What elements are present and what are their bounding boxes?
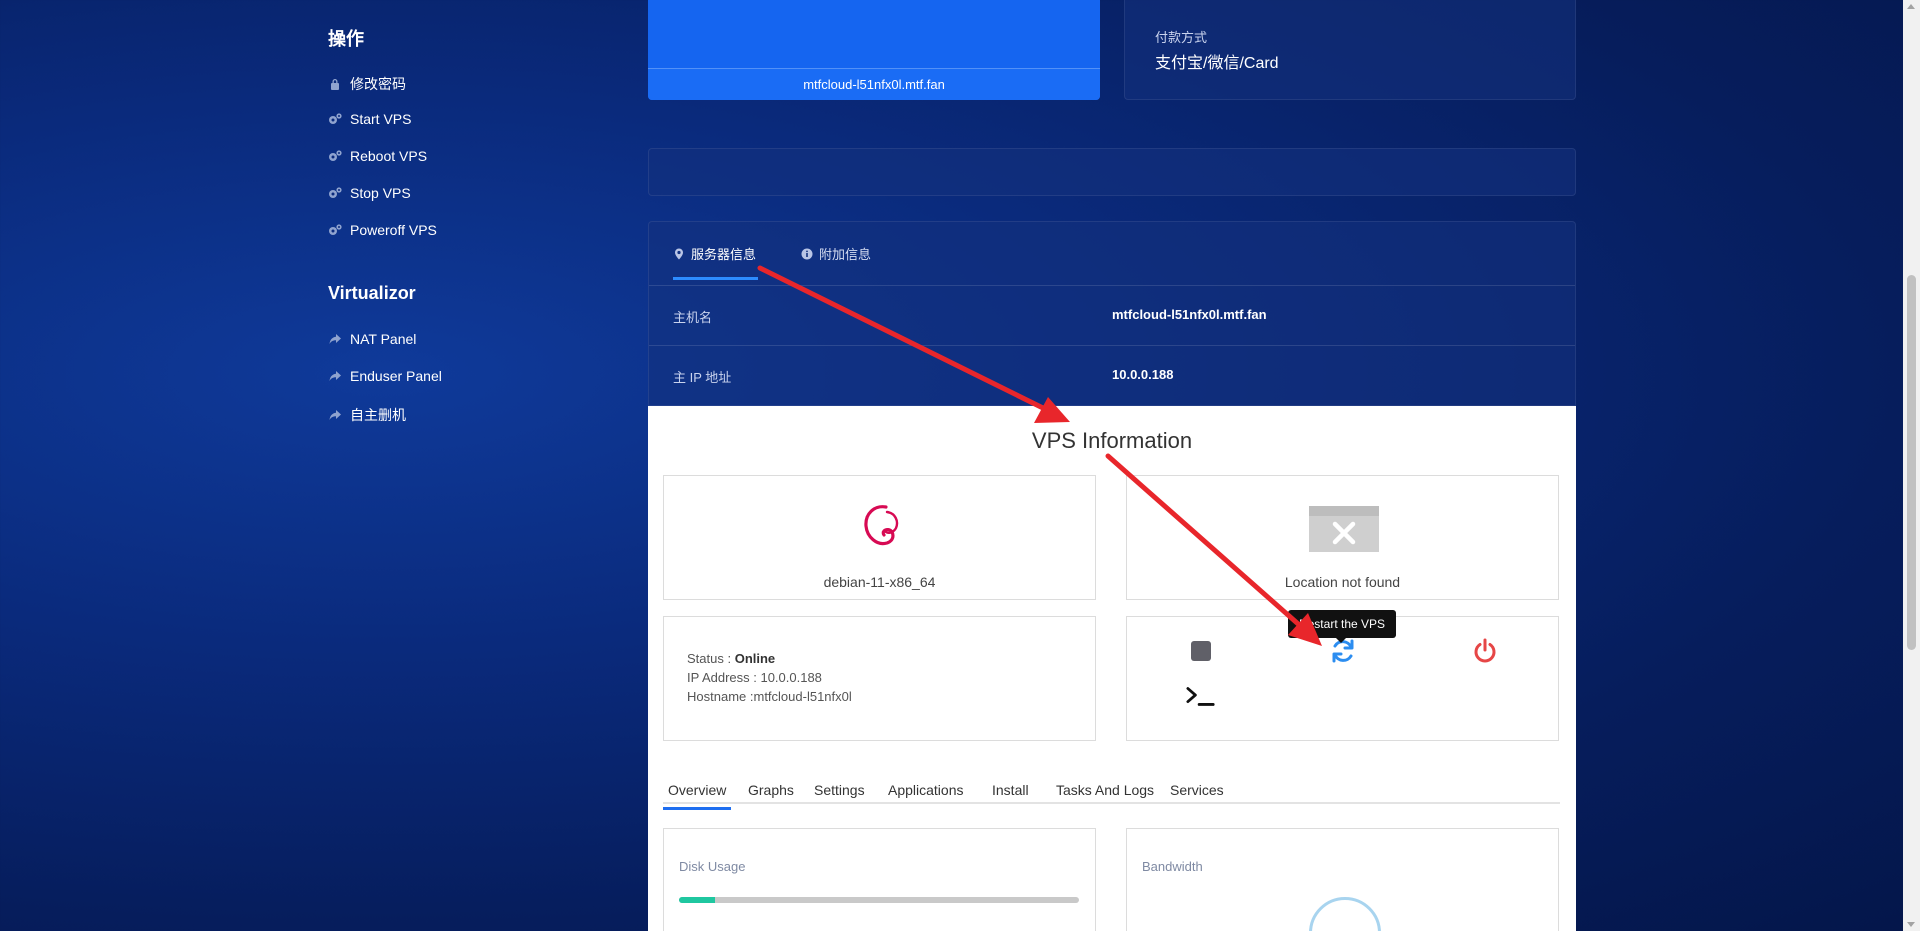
disk-usage-label: Disk Usage bbox=[679, 859, 746, 874]
hostname-card: mtfcloud-l51nfx0l.mtf.fan bbox=[648, 0, 1100, 100]
bandwidth-box: Bandwidth bbox=[1126, 828, 1559, 931]
scroll-up-arrow[interactable] bbox=[1907, 4, 1915, 9]
hostname-value: mtfcloud-l51nfx0l bbox=[753, 689, 852, 704]
ip-line: IP Address : 10.0.0.188 bbox=[687, 668, 852, 687]
ip-value: 10.0.0.188 bbox=[760, 670, 822, 685]
share-icon bbox=[328, 369, 342, 383]
status-line: Status : Online bbox=[687, 649, 852, 668]
virtualizor-heading: Virtualizor bbox=[328, 283, 416, 303]
sidebar-item-enduser-panel[interactable]: Enduser Panel bbox=[328, 368, 442, 384]
server-info-tabs: 服务器信息 附加信息 bbox=[649, 222, 1575, 286]
sidebar-item-label: Poweroff VPS bbox=[350, 222, 437, 238]
share-icon bbox=[328, 408, 342, 422]
sidebar-item-label: Enduser Panel bbox=[350, 368, 442, 384]
tab-label: 附加信息 bbox=[819, 247, 872, 262]
status-box: Status : Online IP Address : 10.0.0.188 … bbox=[663, 616, 1096, 741]
sidebar-item-label: Stop VPS bbox=[350, 185, 411, 201]
os-box: debian-11-x86_64 bbox=[663, 475, 1096, 600]
console-button[interactable] bbox=[1186, 681, 1216, 711]
hostname-label: Hostname : bbox=[687, 689, 754, 704]
location-box: Location not found bbox=[1126, 475, 1559, 600]
sidebar-item-label: Start VPS bbox=[350, 111, 412, 127]
sidebar-item-start-vps[interactable]: Start VPS bbox=[328, 111, 411, 127]
restart-tooltip: Restart the VPS bbox=[1288, 610, 1396, 643]
server-info-card: 服务器信息 附加信息 主机名 mtfcloud-l51nfx0l.mtf.fan… bbox=[648, 221, 1576, 406]
ip-label: IP Address : bbox=[687, 670, 761, 685]
sidebar-item-poweroff-vps[interactable]: Poweroff VPS bbox=[328, 222, 437, 238]
info-value: mtfcloud-l51nfx0l.mtf.fan bbox=[1112, 307, 1267, 322]
info-value: 10.0.0.188 bbox=[1112, 367, 1174, 382]
lock-icon bbox=[328, 77, 342, 91]
status-value: Online bbox=[734, 651, 776, 666]
terminal-icon bbox=[1186, 687, 1215, 706]
sidebar-item-reboot-vps[interactable]: Reboot VPS bbox=[328, 148, 427, 164]
sidebar-item-nat-panel[interactable]: NAT Panel bbox=[328, 331, 416, 347]
location-text: Location not found bbox=[1284, 574, 1401, 590]
info-row-hostname: 主机名 mtfcloud-l51nfx0l.mtf.fan bbox=[649, 286, 1575, 346]
info-key: 主 IP 地址 bbox=[673, 370, 732, 385]
info-row-ip: 主 IP 地址 10.0.0.188 bbox=[649, 346, 1575, 406]
disk-usage-bar bbox=[679, 897, 1079, 903]
hostname-card-footer: mtfcloud-l51nfx0l.mtf.fan bbox=[648, 68, 1100, 100]
stop-icon bbox=[1191, 641, 1211, 661]
map-marker-icon bbox=[675, 248, 683, 259]
gears-icon bbox=[328, 112, 342, 126]
close-icon bbox=[1332, 521, 1356, 545]
disk-usage-fill bbox=[679, 897, 715, 903]
tab-install[interactable]: Install bbox=[992, 782, 1029, 798]
os-name: debian-11-x86_64 bbox=[823, 574, 936, 590]
payment-card: 付款方式 支付宝/微信/Card bbox=[1124, 0, 1576, 100]
stop-button[interactable] bbox=[1186, 636, 1216, 666]
vps-information-panel: VPS Information debian-11-x86_64 Locatio… bbox=[648, 406, 1576, 931]
share-icon bbox=[328, 332, 342, 346]
gears-icon bbox=[328, 223, 342, 237]
info-key: 主机名 bbox=[673, 310, 713, 325]
tab-overview[interactable]: Overview bbox=[662, 782, 732, 810]
location-flag-placeholder bbox=[1309, 506, 1379, 552]
tab-additional-info[interactable]: 附加信息 bbox=[801, 244, 871, 263]
actions-heading: 操作 bbox=[328, 29, 364, 49]
info-circle-icon bbox=[801, 248, 813, 259]
sidebar-item-label: NAT Panel bbox=[350, 331, 417, 347]
tab-tasks-and-logs[interactable]: Tasks And Logs bbox=[1056, 782, 1154, 798]
status-lines: Status : Online IP Address : 10.0.0.188 … bbox=[687, 649, 852, 706]
bandwidth-label: Bandwidth bbox=[1142, 859, 1203, 874]
tab-graphs[interactable]: Graphs bbox=[748, 782, 794, 798]
sidebar-item-label: Reboot VPS bbox=[350, 148, 428, 164]
empty-card bbox=[648, 148, 1576, 196]
sidebar-item-label: 修改密码 bbox=[350, 76, 406, 92]
tab-server-info[interactable]: 服务器信息 bbox=[673, 244, 759, 280]
tab-settings[interactable]: Settings bbox=[814, 782, 865, 798]
vps-title: VPS Information bbox=[1031, 428, 1193, 453]
status-label: Status : bbox=[687, 651, 735, 666]
disk-usage-box: Disk Usage bbox=[663, 828, 1096, 931]
gears-icon bbox=[328, 186, 342, 200]
power-button[interactable] bbox=[1470, 636, 1500, 666]
sidebar-item-change-password[interactable]: 修改密码 bbox=[328, 74, 406, 94]
tab-applications[interactable]: Applications bbox=[888, 782, 964, 798]
vps-tabs: Overview Graphs Settings Applications In… bbox=[662, 774, 1560, 810]
power-icon bbox=[1474, 638, 1496, 663]
scrollbar-thumb[interactable] bbox=[1907, 275, 1916, 650]
debian-logo-icon bbox=[864, 505, 899, 546]
scrollbar[interactable] bbox=[1903, 0, 1920, 931]
scroll-down-arrow[interactable] bbox=[1907, 922, 1915, 927]
sidebar-item-self-delete[interactable]: 自主删机 bbox=[328, 405, 406, 425]
hostname-line: Hostname :mtfcloud-l51nfx0l bbox=[687, 687, 852, 706]
tab-label: 服务器信息 bbox=[691, 247, 757, 262]
tab-services[interactable]: Services bbox=[1170, 782, 1224, 798]
sidebar-item-label: 自主删机 bbox=[350, 407, 406, 423]
payment-value: 支付宝/微信/Card bbox=[1155, 55, 1279, 72]
control-box: Restart the VPS bbox=[1126, 610, 1559, 741]
sidebar-item-stop-vps[interactable]: Stop VPS bbox=[328, 185, 411, 201]
payment-label: 付款方式 bbox=[1155, 30, 1208, 45]
gears-icon bbox=[328, 149, 342, 163]
bandwidth-gauge bbox=[1309, 897, 1381, 931]
